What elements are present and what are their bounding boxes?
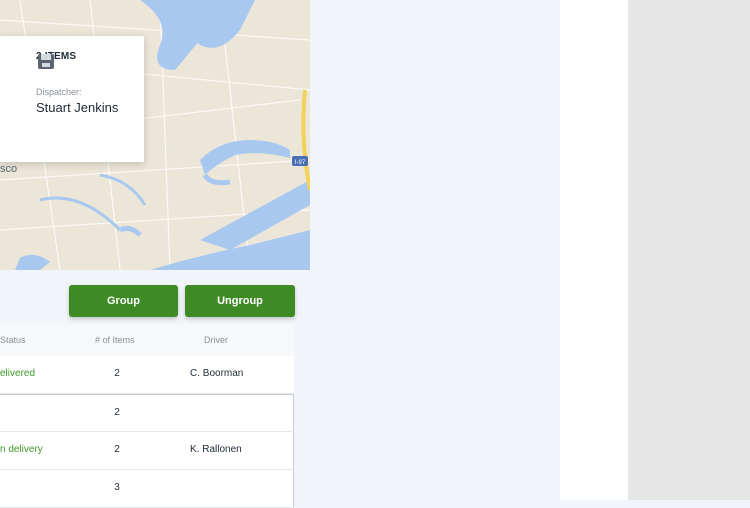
column-header-status[interactable]: Status	[0, 335, 26, 345]
road-badge: I-97	[295, 160, 306, 166]
map-view[interactable]: I-97 2 ITEMS Dispatcher: Stuart Jenkins …	[0, 0, 310, 270]
dispatcher-name: Stuart Jenkins	[36, 100, 119, 115]
shipments-table: Status # of Items Driver elivered 2 C. B…	[0, 324, 294, 508]
city-label: sco	[0, 163, 18, 175]
status-cell: n delivery	[0, 444, 43, 455]
status-cell: elivered	[0, 368, 36, 379]
ungroup-button[interactable]: Ungroup	[185, 285, 295, 317]
table-row[interactable]: 2	[0, 394, 294, 432]
package-icon	[38, 54, 54, 69]
table-header: Status # of Items Driver	[0, 324, 294, 357]
table-row[interactable]: n delivery 2 K. Rallonen	[0, 432, 294, 470]
items-count-row: 2 ITEMS	[36, 51, 76, 69]
shipment-info-card[interactable]: 2 ITEMS Dispatcher: Stuart Jenkins sco	[0, 36, 144, 175]
table-row[interactable]: elivered 2 C. Boorman	[0, 356, 294, 394]
driver-cell: C. Boorman	[190, 368, 244, 379]
driver-cell: K. Rallonen	[190, 444, 242, 455]
group-button[interactable]: Group	[69, 285, 178, 317]
side-panel	[628, 0, 750, 500]
column-header-driver[interactable]: Driver	[204, 335, 228, 345]
dispatcher-label: Dispatcher:	[36, 87, 82, 97]
items-cell: 3	[114, 482, 120, 493]
column-header-items[interactable]: # of Items	[95, 335, 135, 345]
items-cell: 2	[114, 407, 120, 418]
items-cell: 2	[114, 444, 120, 455]
detail-panel	[560, 0, 628, 500]
table-row[interactable]: 3	[0, 470, 294, 508]
items-cell: 2	[114, 368, 120, 379]
